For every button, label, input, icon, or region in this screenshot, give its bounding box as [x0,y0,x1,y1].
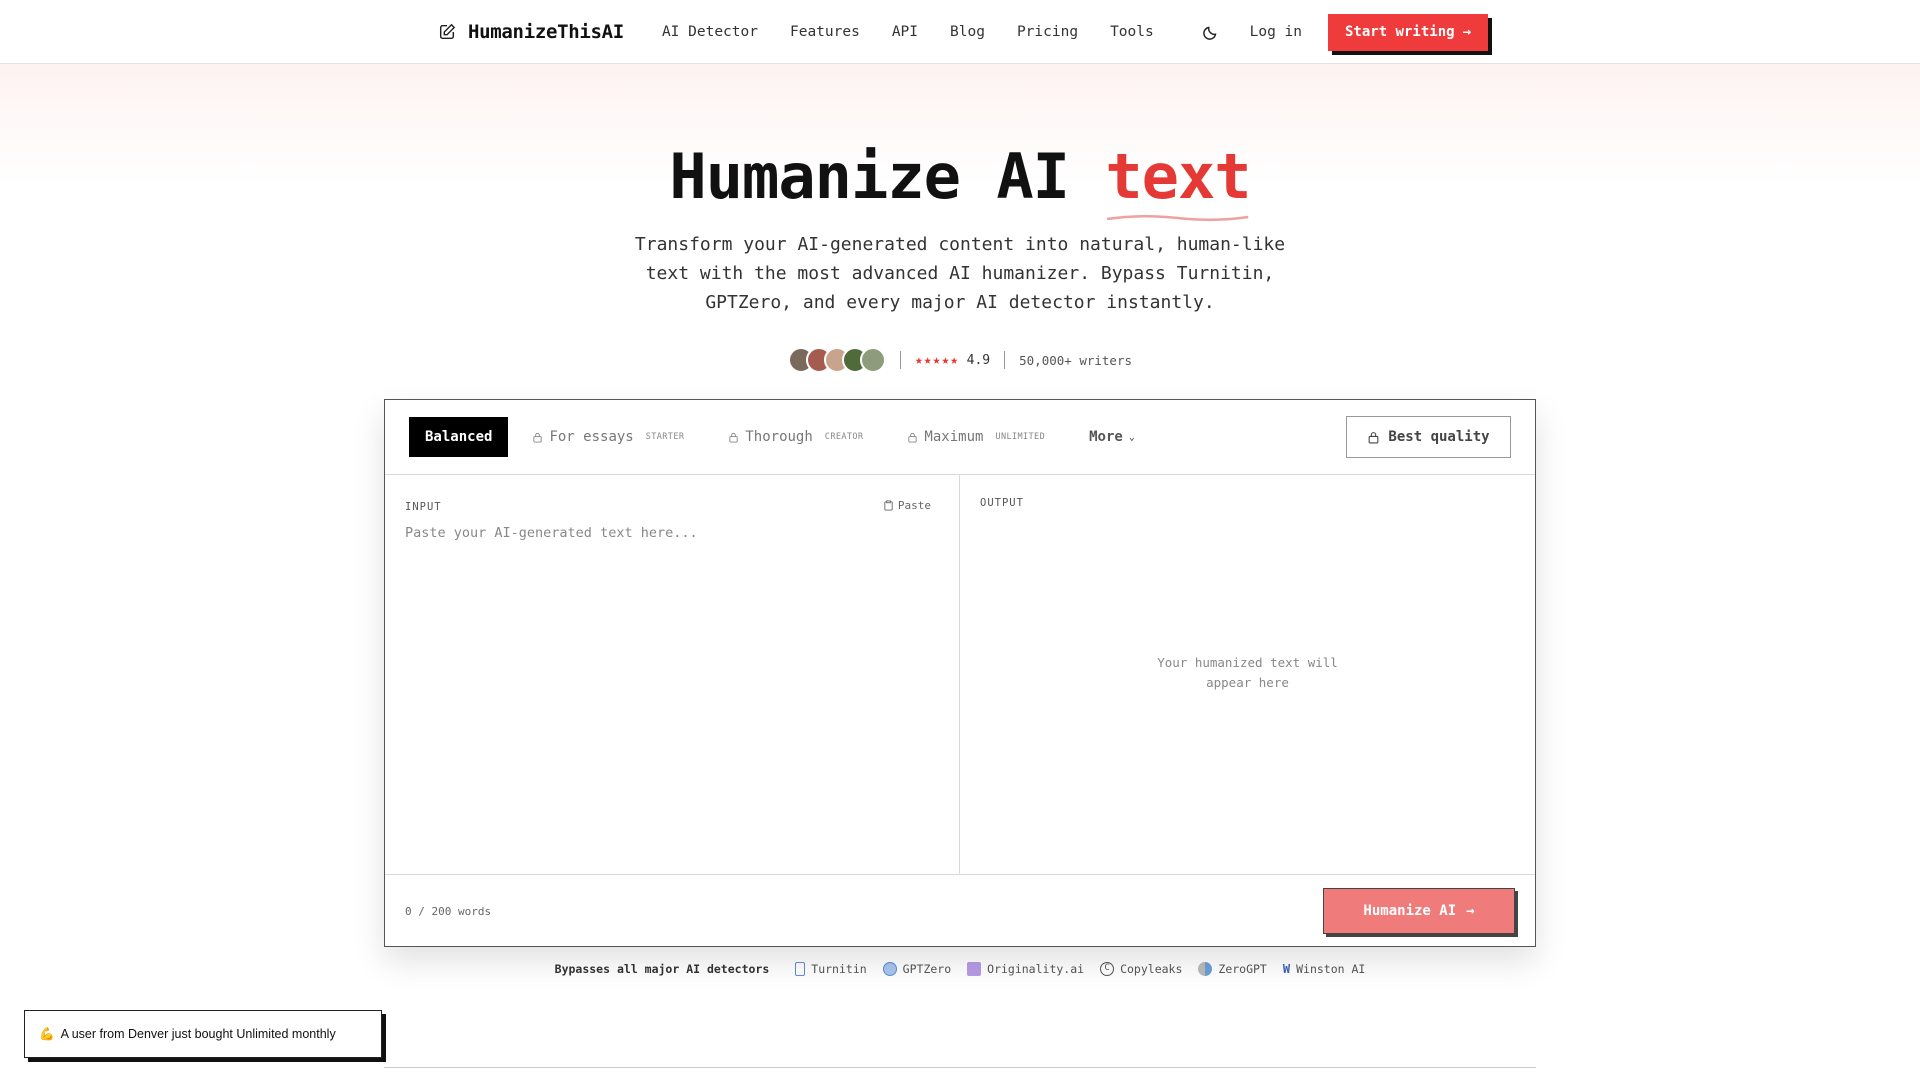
social-proof: ★★★★★ 4.9 50,000+ writers [0,347,1920,373]
input-pane: INPUT Paste [385,475,960,874]
clipboard-icon [884,500,893,511]
start-writing-button[interactable]: Start writing → [1328,13,1488,51]
input-textarea[interactable] [405,525,935,855]
copyleaks-icon: C [1100,962,1115,976]
hero-section: Humanize AI text Transform your AI-gener… [0,138,1920,373]
tab-label: More [1089,429,1123,445]
tab-more-dropdown[interactable]: More ⌄ [1089,429,1135,445]
nav-link-tools[interactable]: Tools [1110,24,1154,40]
nav-links: AI Detector Features API Blog Pricing To… [662,24,1154,40]
detector-winston: W Winston AI [1283,962,1365,976]
detector-turnitin: Turnitin [795,962,867,976]
hero-subtitle: Transform your AI-generated content into… [634,234,1286,313]
arrow-right-icon: → [1466,903,1475,919]
detector-name: ZeroGPT [1218,962,1267,976]
editor-footer: 0 / 200 words Humanize AI → [385,875,1535,947]
start-writing-label: Start writing [1344,24,1455,40]
tab-thorough[interactable]: Thorough CREATOR [728,429,863,445]
toast-text: A user from Denver just bought Unlimited… [60,1027,336,1041]
gptzero-icon [882,962,897,976]
output-pane: OUTPUT Your humanized text will appear h… [960,475,1535,874]
tab-balanced[interactable]: Balanced [409,417,509,457]
divider [899,351,901,369]
humanizer-editor: Balanced For essays STARTER Thorough CRE… [384,399,1536,947]
word-count: 0 / 200 words [405,904,492,918]
headline-accent-text: text [1105,140,1251,213]
headline-accent: text [1105,138,1252,222]
divider [1004,351,1006,369]
best-quality-button[interactable]: Best quality [1346,416,1511,458]
winston-icon: W [1282,962,1291,976]
tier-badge: CREATOR [824,432,864,442]
detector-name: Copyleaks [1120,962,1183,976]
writers-count: 50,000+ writers [1019,352,1133,368]
nav-link-api[interactable]: API [892,24,918,40]
purchase-toast: 💪 A user from Denver just bought Unlimit… [24,1010,382,1058]
tab-label: Maximum [924,429,984,445]
humanize-button[interactable]: Humanize AI → [1323,888,1515,934]
tab-label: For essays [549,429,634,445]
best-quality-label: Best quality [1388,429,1490,445]
tier-badge: STARTER [645,432,685,442]
detector-zerogpt: ZeroGPT [1198,962,1267,976]
detector-name: Originality.ai [987,962,1085,976]
detector-strip: Bypasses all major AI detectors Turnitin… [0,962,1920,976]
headline-main: Humanize AI [669,140,1070,213]
detector-name: Winston AI [1296,962,1366,976]
rating-group: ★★★★★ 4.9 [915,352,990,368]
moon-icon[interactable] [1202,23,1220,41]
output-placeholder-text: Your humanized text will appear here [1157,655,1338,690]
tab-for-essays[interactable]: For essays STARTER [532,429,684,445]
detectors-lead: Bypasses all major AI detectors [554,962,770,976]
zerogpt-icon [1198,962,1213,976]
section-divider [384,1067,1536,1068]
top-navbar: HumanizeThisAI AI Detector Features API … [0,0,1920,64]
output-label: OUTPUT [980,497,1024,509]
nav-link-features[interactable]: Features [790,24,860,40]
tab-label: Balanced [425,429,493,445]
turnitin-icon [795,962,806,976]
avatar-stack [787,347,886,373]
input-label: INPUT [405,501,442,513]
arrow-right-icon: → [1462,24,1471,40]
lock-icon [729,432,738,443]
detector-originality: Originality.ai [967,962,1084,976]
brand-logo-link[interactable]: HumanizeThisAI [438,21,624,43]
tier-badge: UNLIMITED [995,432,1046,442]
tab-label: Thorough [745,429,813,445]
lock-icon [533,432,543,443]
nav-link-ai-detector[interactable]: AI Detector [662,24,758,40]
hero-headline: Humanize AI text [0,138,1920,222]
detector-copyleaks: C Copyleaks [1100,962,1182,976]
paste-label: Paste [897,499,931,512]
originality-icon [967,962,982,976]
chevron-down-icon: ⌄ [1128,431,1135,443]
detector-name: Turnitin [811,962,867,976]
nav-link-blog[interactable]: Blog [950,24,985,40]
paste-button[interactable]: Paste [883,499,931,512]
detector-gptzero: GPTZero [882,962,952,976]
star-rating-icon: ★★★★★ [914,353,960,368]
brand-name: HumanizeThisAI [468,21,624,43]
tab-maximum[interactable]: Maximum UNLIMITED [907,429,1045,445]
detector-name: GPTZero [902,962,952,976]
avatar [859,347,886,373]
mode-tabs: Balanced For essays STARTER Thorough CRE… [385,400,1535,475]
pen-square-icon [439,23,456,40]
lock-icon [908,432,918,443]
humanize-label: Humanize AI [1363,903,1457,919]
login-link[interactable]: Log in [1250,24,1302,40]
squiggle-underline [1107,214,1249,222]
output-placeholder: Your humanized text will appear here [960,653,1535,693]
flexed-biceps-icon: 💪 [39,1026,55,1041]
lock-icon [1369,431,1379,443]
rating-value: 4.9 [966,353,991,368]
nav-link-pricing[interactable]: Pricing [1017,24,1078,40]
